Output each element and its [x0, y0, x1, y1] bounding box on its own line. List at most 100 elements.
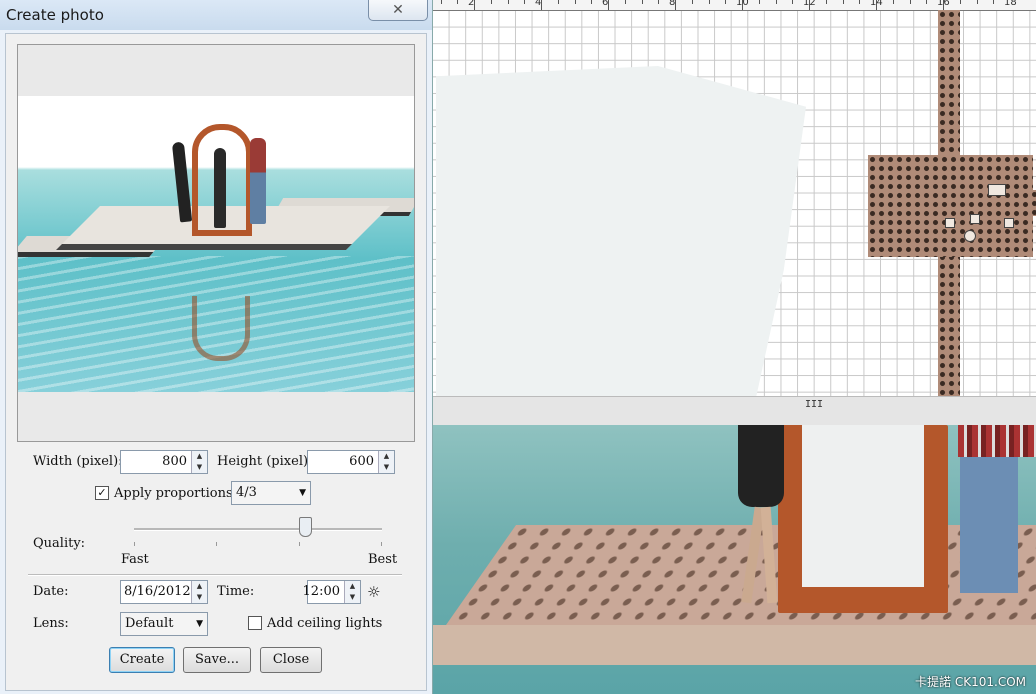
width-label: Width (pixel):: [33, 454, 123, 469]
ruler-tick: [758, 0, 760, 4]
3d-view[interactable]: 卡提諾 CK101.COM: [432, 425, 1036, 694]
date-label: Date:: [33, 584, 69, 599]
preview-person: [250, 138, 266, 224]
plan-view[interactable]: 2 4 6 8 10 12 14 16 18: [432, 0, 1036, 396]
save-button[interactable]: Save...: [183, 647, 251, 673]
preview-render: [18, 96, 414, 392]
ruler-tick: [825, 0, 827, 4]
ruler-tick: [959, 0, 961, 4]
ruler-label: 4: [535, 0, 542, 8]
close-icon[interactable]: ✕: [368, 0, 428, 21]
quality-slider-thumb[interactable]: [299, 517, 313, 537]
close-button[interactable]: Close: [260, 647, 322, 673]
splitter-grip[interactable]: III: [805, 399, 823, 410]
height-spin-buttons[interactable]: ▲ ▼: [378, 451, 394, 473]
date-spin-buttons[interactable]: ▲ ▼: [191, 581, 207, 603]
height-label: Height (pixel):: [217, 454, 313, 469]
3d-mirror-glass: [802, 425, 924, 587]
slider-tick: [299, 542, 300, 546]
plan-furniture-item[interactable]: [988, 184, 1006, 196]
ground-area[interactable]: [436, 66, 806, 396]
ruler-tick: [909, 0, 911, 4]
create-button[interactable]: Create: [109, 647, 175, 673]
ruler-tick: [507, 0, 509, 4]
ruler-tick: [691, 0, 693, 4]
ruler-tick: [792, 0, 794, 4]
dropdown-arrow-icon[interactable]: ▼: [196, 619, 203, 629]
spin-down-icon[interactable]: ▼: [345, 592, 360, 603]
lens-combo[interactable]: Default ▼: [120, 612, 208, 636]
ceiling-lights-label: Add ceiling lights: [267, 616, 383, 631]
dropdown-arrow-icon[interactable]: ▼: [299, 488, 306, 498]
ruler-tick: [725, 0, 727, 4]
ruler-tick: [457, 0, 459, 4]
plan-furniture-item[interactable]: [964, 230, 976, 242]
plan-furniture-item[interactable]: [1004, 218, 1014, 228]
ruler-tick: [926, 0, 928, 4]
dialog-title: Create photo: [6, 6, 104, 24]
ruler-tick: [708, 0, 710, 4]
width-spin-buttons[interactable]: ▲ ▼: [191, 451, 207, 473]
time-spin-buttons[interactable]: ▲ ▼: [344, 581, 360, 603]
3d-man-shirt: [958, 425, 1036, 457]
plan-platform[interactable]: [868, 155, 1033, 257]
dialog-titlebar[interactable]: Create photo ✕: [0, 0, 432, 30]
plan-walkway-horizontal[interactable]: [1030, 190, 1036, 216]
sun-icon[interactable]: ☼: [367, 583, 380, 601]
ruler-tick: [859, 0, 861, 4]
preview-person: [214, 148, 226, 228]
spin-down-icon[interactable]: ▼: [379, 462, 394, 473]
dialog-body: Width (pixel): 800 ▲ ▼ Height (pixel): 6…: [5, 33, 427, 691]
ruler-tick: [842, 0, 844, 4]
watermark-text: 卡提諾 CK101.COM: [915, 675, 1026, 689]
ruler-tick: [658, 0, 660, 4]
width-value[interactable]: 800: [162, 454, 187, 469]
date-value[interactable]: 8/16/2012: [124, 584, 191, 599]
slider-tick: [381, 542, 382, 546]
ruler-tick: [557, 0, 559, 4]
spin-up-icon[interactable]: ▲: [192, 451, 207, 462]
ruler-tick: [993, 0, 995, 4]
3d-man-jeans: [960, 457, 1018, 593]
ruler-tick: [775, 0, 777, 4]
quality-label: Quality:: [33, 536, 86, 551]
time-value[interactable]: 12:00: [303, 584, 340, 599]
ruler-tick: [490, 0, 492, 4]
plan-furniture-item[interactable]: [945, 218, 955, 228]
proportion-combo[interactable]: 4/3 ▼: [231, 481, 311, 505]
separator: [28, 574, 402, 576]
ruler-tick: [591, 0, 593, 4]
spin-up-icon[interactable]: ▲: [379, 451, 394, 462]
ruler-tick: [524, 0, 526, 4]
width-spinner[interactable]: 800 ▲ ▼: [120, 450, 208, 474]
ruler-label: 18: [1004, 0, 1017, 8]
ruler-tick: [440, 0, 442, 4]
ruler-tick: [976, 0, 978, 4]
slider-tick: [134, 542, 135, 546]
quality-slider-track[interactable]: [134, 528, 382, 531]
ruler-tick: [624, 0, 626, 4]
3d-deck-edge: [432, 625, 1036, 665]
3d-woman-figure: [738, 425, 784, 507]
lens-value: Default: [125, 616, 174, 631]
spin-up-icon[interactable]: ▲: [345, 581, 360, 592]
height-spinner[interactable]: 600 ▲ ▼: [307, 450, 395, 474]
spin-down-icon[interactable]: ▼: [192, 462, 207, 473]
date-spinner[interactable]: 8/16/2012 ▲ ▼: [120, 580, 208, 604]
view-splitter[interactable]: III: [432, 396, 1036, 426]
apply-proportions-checkbox[interactable]: ✓: [95, 486, 109, 500]
ruler-tick: [892, 0, 894, 4]
quality-best-label: Best: [368, 552, 398, 567]
time-spinner[interactable]: 12:00 ▲ ▼: [303, 580, 361, 604]
time-label: Time:: [217, 584, 255, 599]
preview-mirror-reflection: [192, 296, 250, 361]
spin-down-icon[interactable]: ▼: [192, 592, 207, 603]
height-value[interactable]: 600: [349, 454, 374, 469]
spin-up-icon[interactable]: ▲: [192, 581, 207, 592]
ruler-label: 12: [803, 0, 816, 8]
3d-mirror-frame: [778, 425, 948, 613]
slider-tick: [216, 542, 217, 546]
plan-furniture-item[interactable]: [970, 214, 980, 224]
ceiling-lights-checkbox[interactable]: [248, 616, 262, 630]
quality-fast-label: Fast: [121, 552, 149, 567]
